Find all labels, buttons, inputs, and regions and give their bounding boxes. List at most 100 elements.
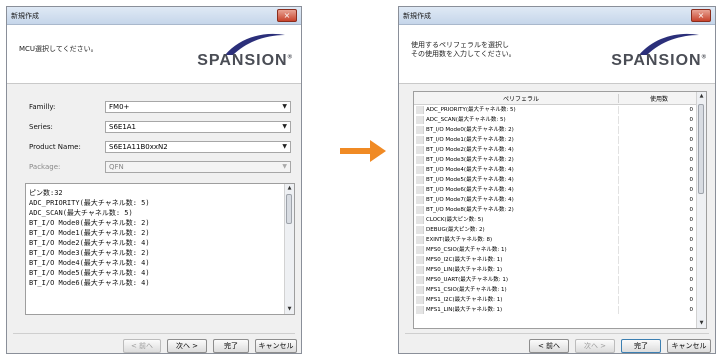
usage-count-input[interactable]: 0	[690, 306, 694, 314]
table-row[interactable]: BT_I/O Mode0(最大チャネル数: 2) 0	[414, 126, 697, 134]
table-scrollbar[interactable]: ▲ ▼	[696, 92, 706, 328]
row-selector[interactable]	[416, 116, 424, 124]
usage-count-input[interactable]: 0	[690, 186, 694, 194]
finish-button[interactable]: 完了	[213, 339, 249, 353]
table-row[interactable]: BT_I/O Mode2(最大チャネル数: 4) 0	[414, 146, 697, 154]
usage-count-input[interactable]: 0	[690, 206, 694, 214]
usage-count-input[interactable]: 0	[690, 296, 694, 304]
row-selector[interactable]	[416, 156, 424, 164]
finish-button[interactable]: 完了	[621, 339, 661, 353]
table-row[interactable]: CLOCK(最大ピン数: 5) 0	[414, 216, 697, 224]
table-row[interactable]: MFS1_LIN(最大チャネル数: 1) 0	[414, 306, 697, 314]
column-divider	[618, 246, 619, 254]
series-select[interactable]: S6E1A1 ▼	[105, 121, 291, 133]
mcu-details-lines: ピン数:32 ADC_PRIORITY(最大チャネル数: 5) ADC_SCAN(最…	[29, 188, 150, 288]
peripheral-name: MFS0_CSIO(最大チャネル数: 1)	[426, 247, 507, 253]
usage-count-input[interactable]: 0	[690, 146, 694, 154]
table-row[interactable]: BT_I/O Mode8(最大チャネル数: 2) 0	[414, 206, 697, 214]
cancel-button[interactable]: キャンセル	[667, 339, 711, 353]
table-row[interactable]: BT_I/O Mode5(最大チャネル数: 4) 0	[414, 176, 697, 184]
cancel-button[interactable]: キャンセル	[255, 339, 297, 353]
scroll-up-icon[interactable]: ▲	[285, 184, 294, 193]
row-selector[interactable]	[416, 166, 424, 174]
scroll-down-icon[interactable]: ▼	[285, 305, 294, 314]
family-select[interactable]: FM0+ ▼	[105, 101, 291, 113]
usage-count-input[interactable]: 0	[690, 246, 694, 254]
table-row[interactable]: BT_I/O Mode6(最大チャネル数: 4) 0	[414, 186, 697, 194]
row-selector[interactable]	[416, 246, 424, 254]
details-line: BT_I/O Mode5(最大チャネル数: 4)	[29, 269, 150, 277]
row-selector[interactable]	[416, 176, 424, 184]
table-row[interactable]: EXINT(最大チャネル数: 8) 0	[414, 236, 697, 244]
row-selector[interactable]	[416, 106, 424, 114]
details-scrollbar[interactable]: ▲ ▼	[284, 184, 294, 314]
peripheral-name: BT_I/O Mode8(最大チャネル数: 2)	[426, 207, 514, 213]
row-selector[interactable]	[416, 136, 424, 144]
row-selector[interactable]	[416, 196, 424, 204]
usage-count-input[interactable]: 0	[690, 256, 694, 264]
details-line: ADC_PRIORITY(最大チャネル数: 5)	[29, 199, 150, 207]
row-selector[interactable]	[416, 306, 424, 314]
column-header-peripheral: ペリフェラル	[502, 96, 539, 103]
row-selector[interactable]	[416, 296, 424, 304]
usage-count-input[interactable]: 0	[690, 116, 694, 124]
usage-count-input[interactable]: 0	[690, 156, 694, 164]
usage-count-input[interactable]: 0	[690, 136, 694, 144]
scroll-thumb[interactable]	[286, 194, 292, 224]
usage-count-input[interactable]: 0	[690, 166, 694, 174]
table-row[interactable]: ADC_PRIORITY(最大チャネル数: 5) 0	[414, 106, 697, 114]
next-button[interactable]: 次へ >	[167, 339, 207, 353]
usage-count-input[interactable]: 0	[690, 236, 694, 244]
row-selector[interactable]	[416, 236, 424, 244]
usage-count-input[interactable]: 0	[690, 176, 694, 184]
peripheral-name: BT_I/O Mode7(最大チャネル数: 4)	[426, 197, 514, 203]
row-selector[interactable]	[416, 216, 424, 224]
usage-count-input[interactable]: 0	[690, 286, 694, 294]
right-close-button[interactable]: ×	[691, 9, 711, 22]
usage-count-input[interactable]: 0	[690, 276, 694, 284]
table-row[interactable]: BT_I/O Mode7(最大チャネル数: 4) 0	[414, 196, 697, 204]
scroll-down-icon[interactable]: ▼	[697, 319, 706, 328]
row-selector[interactable]	[416, 266, 424, 274]
scroll-thumb[interactable]	[698, 104, 704, 194]
row-selector[interactable]	[416, 256, 424, 264]
table-row[interactable]: DEBUG(最大ピン数: 2) 0	[414, 226, 697, 234]
back-button[interactable]: < 前へ	[529, 339, 569, 353]
next-button[interactable]: 次へ >	[575, 339, 615, 353]
left-header: MCU選択してください。 SPANSION®	[7, 25, 301, 84]
peripheral-name: BT_I/O Mode2(最大チャネル数: 4)	[426, 147, 514, 153]
usage-count-input[interactable]: 0	[690, 266, 694, 274]
table-row[interactable]: MFS0_I2C(最大チャネル数: 1) 0	[414, 256, 697, 264]
left-close-button[interactable]: ×	[277, 9, 297, 22]
table-row[interactable]: BT_I/O Mode3(最大チャネル数: 2) 0	[414, 156, 697, 164]
table-row[interactable]: BT_I/O Mode4(最大チャネル数: 4) 0	[414, 166, 697, 174]
row-selector[interactable]	[416, 226, 424, 234]
table-row[interactable]: MFS1_CSIO(最大チャネル数: 1) 0	[414, 286, 697, 294]
table-row[interactable]: MFS0_LIN(最大チャネル数: 1) 0	[414, 266, 697, 274]
row-selector[interactable]	[416, 206, 424, 214]
table-row[interactable]: MFS0_CSIO(最大チャネル数: 1) 0	[414, 246, 697, 254]
peripheral-name: BT_I/O Mode4(最大チャネル数: 4)	[426, 167, 514, 173]
back-button[interactable]: < 前へ	[123, 339, 161, 353]
table-row[interactable]: ADC_SCAN(最大チャネル数: 5) 0	[414, 116, 697, 124]
row-selector[interactable]	[416, 186, 424, 194]
column-divider	[618, 126, 619, 134]
product-name-label: Product Name:	[29, 143, 81, 151]
row-selector[interactable]	[416, 126, 424, 134]
product-name-select[interactable]: S6E1A11B0xxN2 ▼	[105, 141, 291, 153]
row-selector[interactable]	[416, 286, 424, 294]
series-label: Series:	[29, 123, 53, 131]
table-row[interactable]: MFS0_UART(最大チャネル数: 1) 0	[414, 276, 697, 284]
usage-count-input[interactable]: 0	[690, 126, 694, 134]
table-header: ペリフェラル 使用数	[414, 92, 697, 105]
scroll-up-icon[interactable]: ▲	[697, 92, 706, 101]
usage-count-input[interactable]: 0	[690, 216, 694, 224]
table-row[interactable]: MFS1_I2C(最大チャネル数: 1) 0	[414, 296, 697, 304]
usage-count-input[interactable]: 0	[690, 196, 694, 204]
usage-count-input[interactable]: 0	[690, 106, 694, 114]
table-row[interactable]: BT_I/O Mode1(最大チャネル数: 2) 0	[414, 136, 697, 144]
row-selector[interactable]	[416, 146, 424, 154]
usage-count-input[interactable]: 0	[690, 226, 694, 234]
mcu-details-textbox[interactable]: ピン数:32 ADC_PRIORITY(最大チャネル数: 5) ADC_SCAN(最…	[25, 183, 295, 315]
row-selector[interactable]	[416, 276, 424, 284]
